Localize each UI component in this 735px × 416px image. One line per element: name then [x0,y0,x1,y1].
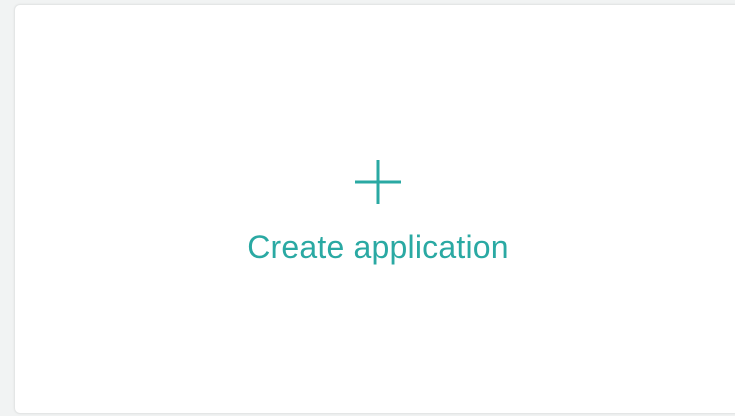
create-application-content[interactable]: Create application [15,5,735,415]
plus-icon[interactable] [354,158,402,206]
create-application-label[interactable]: Create application [228,225,528,269]
create-application-card[interactable]: Create application [14,4,735,414]
